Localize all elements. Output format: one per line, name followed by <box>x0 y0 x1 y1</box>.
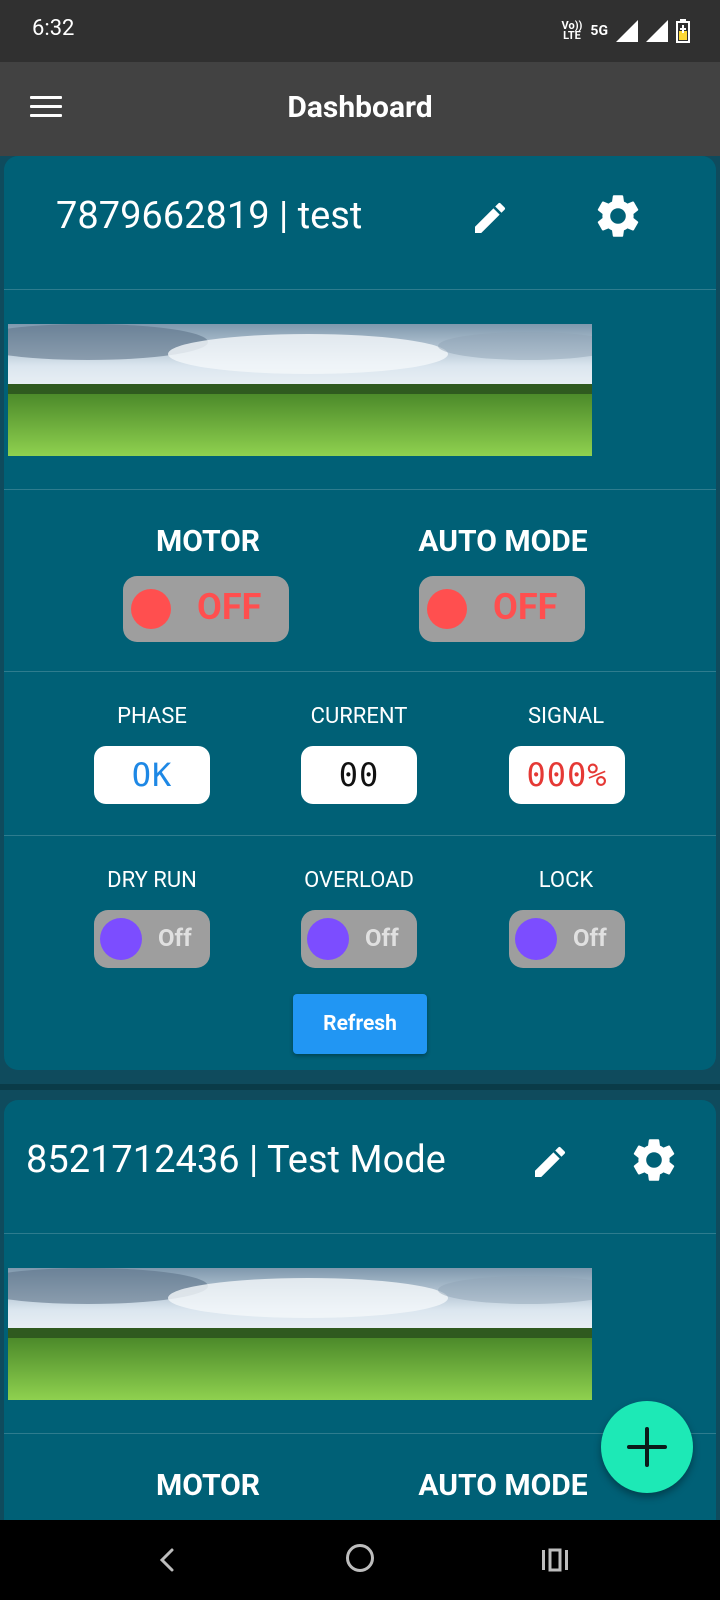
status-icons: Vo)) LTE 5G <box>562 16 690 46</box>
home-icon[interactable] <box>346 1544 374 1572</box>
add-device-button[interactable] <box>601 1401 693 1493</box>
card-header: 7879662819 | test <box>4 156 716 290</box>
battery-icon <box>676 19 690 43</box>
device-card: 7879662819 | test MOTOR OFF AUTO MODE OF… <box>4 156 716 1070</box>
back-icon[interactable] <box>148 1542 188 1578</box>
toggle-knob <box>427 589 467 629</box>
auto-mode-toggle[interactable]: OFF <box>419 576 585 642</box>
overload-toggle[interactable]: Off <box>301 910 417 968</box>
alarm-row: DRY RUN Off OVERLOAD Off LOCK Off Refres… <box>4 836 716 1084</box>
gear-icon[interactable] <box>592 190 644 242</box>
gear-icon[interactable] <box>628 1134 680 1186</box>
device-list[interactable]: 7879662819 | test MOTOR OFF AUTO MODE OF… <box>0 156 720 1520</box>
signal-label: SIGNAL <box>527 704 605 729</box>
signal-icon <box>616 20 638 42</box>
readout-row: PHASE OK CURRENT 00 SIGNAL 000% <box>4 672 716 836</box>
card-header: 8521712436 | Test Mode <box>4 1100 716 1234</box>
toggle-knob <box>131 589 171 629</box>
motor-label: MOTOR <box>155 524 261 559</box>
field-image <box>8 1268 592 1400</box>
device-title: 8521712436 | Test Mode <box>26 1138 446 1182</box>
auto-mode-label: AUTO MODE <box>418 524 588 559</box>
motor-state: OFF <box>197 586 262 628</box>
edit-icon[interactable] <box>470 198 510 238</box>
toggle-knob <box>515 918 557 960</box>
current-readout: 00 <box>301 746 417 804</box>
network-type: 5G <box>590 23 608 39</box>
toggle-knob <box>307 918 349 960</box>
toggle-row: MOTOR OFF AUTO MODE OFF <box>4 490 716 672</box>
system-nav-bar <box>0 1520 720 1600</box>
page-title: Dashboard <box>287 90 433 125</box>
device-title: 7879662819 | test <box>56 194 363 238</box>
recents-icon[interactable] <box>540 1542 570 1578</box>
refresh-button[interactable]: Refresh <box>293 994 427 1054</box>
overload-label: OVERLOAD <box>304 868 414 893</box>
lock-label: LOCK <box>538 868 594 893</box>
volte-indicator: Vo)) LTE <box>561 19 583 42</box>
edit-icon[interactable] <box>530 1142 570 1182</box>
current-label: CURRENT <box>310 704 408 729</box>
dry-run-label: DRY RUN <box>107 868 197 893</box>
status-time: 6:32 <box>32 16 75 41</box>
signal-icon-2 <box>646 20 668 42</box>
toggle-knob <box>100 918 142 960</box>
lock-toggle[interactable]: Off <box>509 910 625 968</box>
status-bar: 6:32 Vo)) LTE 5G <box>0 0 720 62</box>
photo-row <box>4 290 716 490</box>
plus-icon <box>627 1427 667 1467</box>
motor-toggle[interactable]: OFF <box>123 576 289 642</box>
auto-mode-state: OFF <box>493 586 558 628</box>
card-divider <box>0 1084 720 1090</box>
overload-state: Off <box>365 924 399 952</box>
dry-run-state: Off <box>158 924 192 952</box>
phase-readout: OK <box>94 746 210 804</box>
dry-run-toggle[interactable]: Off <box>94 910 210 968</box>
signal-readout: 000% <box>509 746 625 804</box>
field-image <box>8 324 592 456</box>
lock-state: Off <box>573 924 607 952</box>
motor-label: MOTOR <box>155 1468 261 1503</box>
app-bar: Dashboard <box>0 62 720 156</box>
auto-mode-label: AUTO MODE <box>418 1468 588 1503</box>
phase-label: PHASE <box>117 704 187 729</box>
